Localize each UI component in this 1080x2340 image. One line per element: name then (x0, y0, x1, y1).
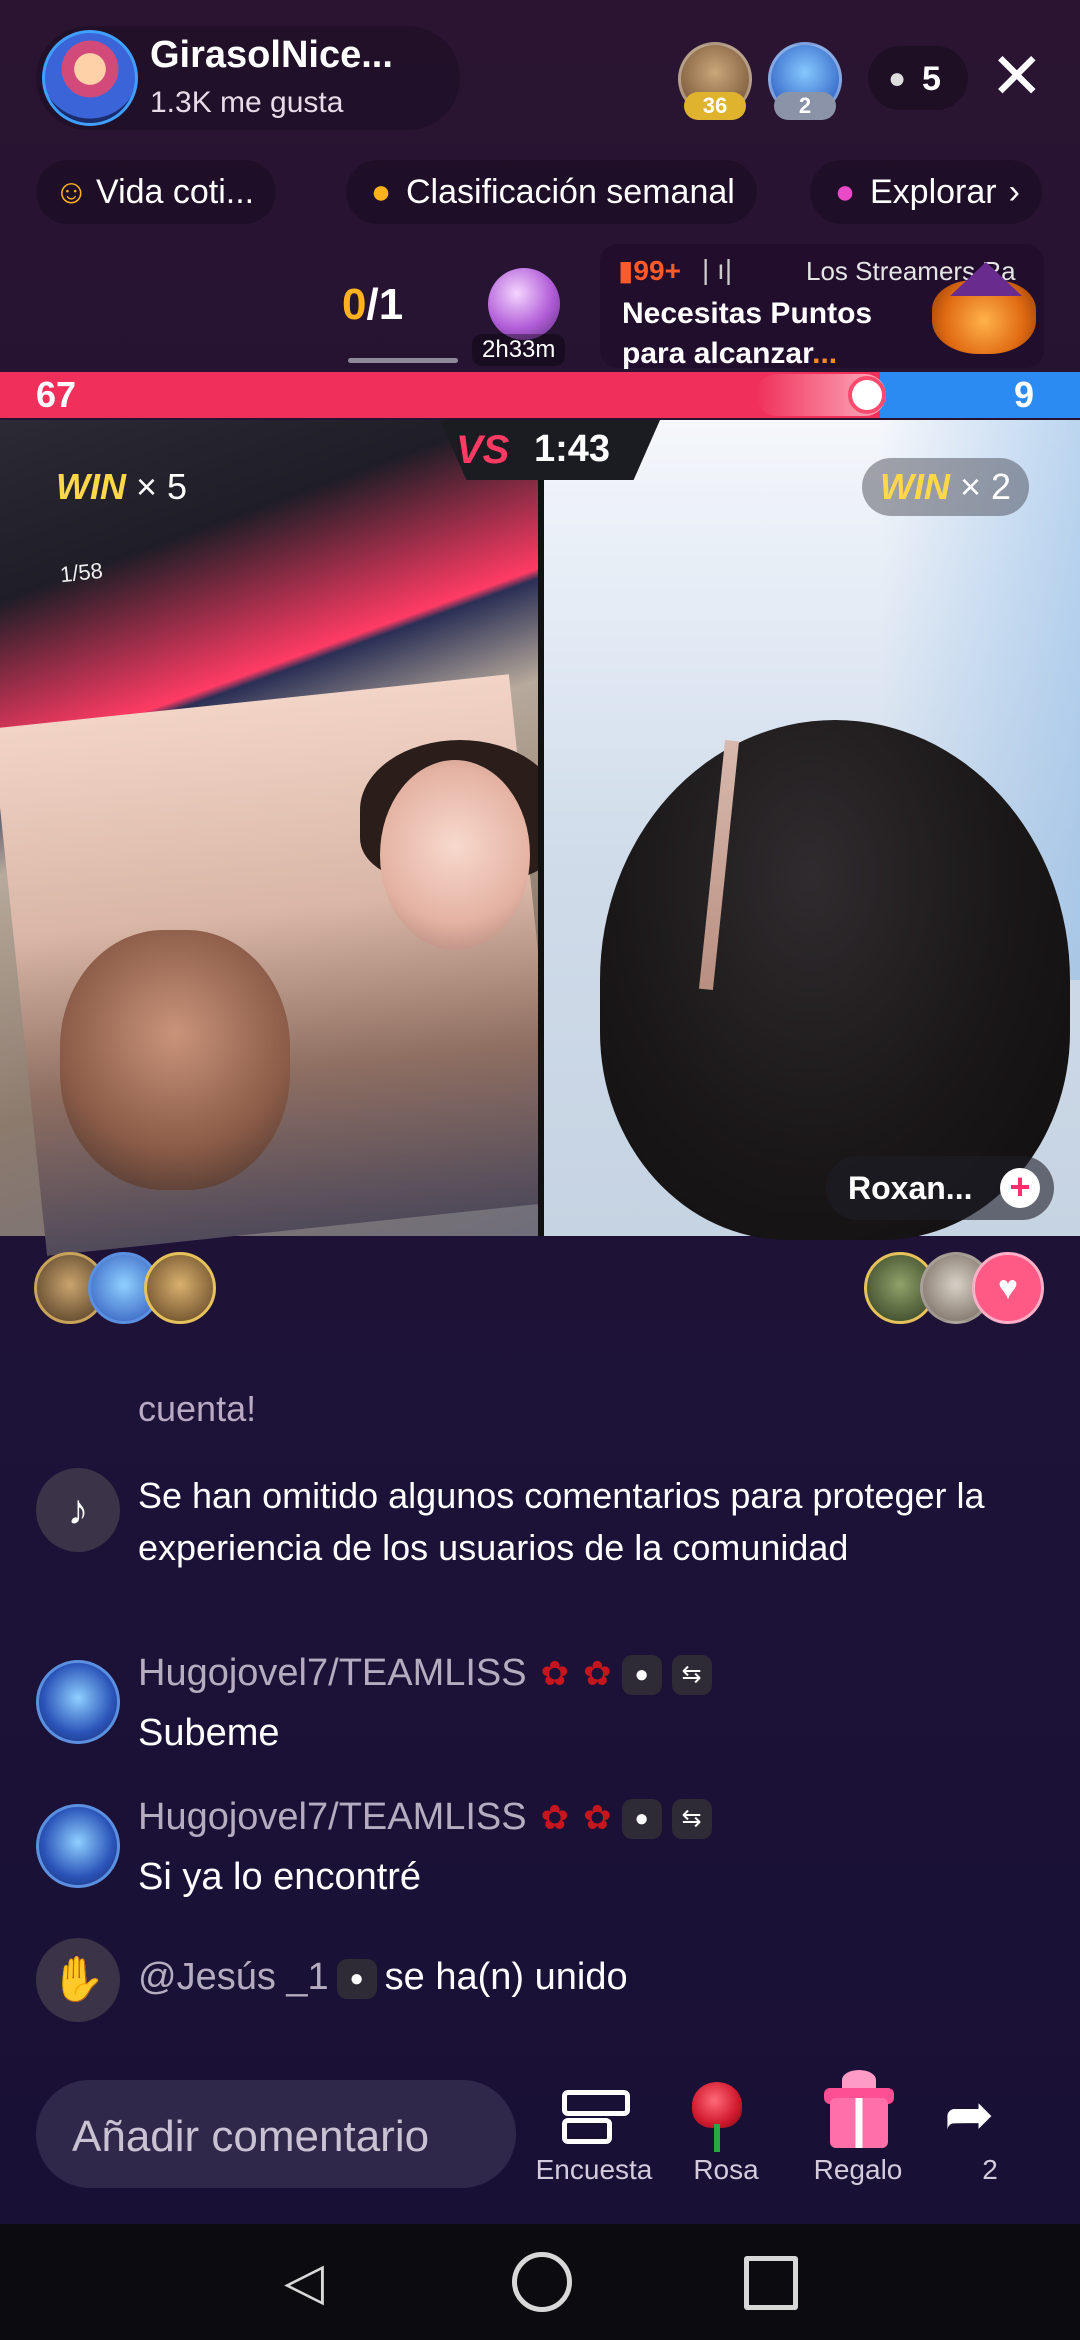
friend-badge-icon: ⇆ (671, 1798, 712, 1839)
chat-avatar[interactable] (36, 1804, 120, 1888)
chat-faded-line: cuenta! (138, 1388, 257, 1429)
home-icon[interactable] (512, 2252, 572, 2312)
rank-badge-value: 99+ (633, 255, 681, 286)
comment-placeholder: Añadir comentario (72, 2112, 430, 2161)
flame-icon: ● (370, 173, 392, 211)
rose-icon[interactable] (692, 2082, 742, 2128)
close-icon[interactable]: ✕ (990, 44, 1044, 108)
follow-plus-icon[interactable]: + (1000, 1168, 1040, 1208)
gift-timer: 2h33m (472, 334, 566, 366)
win-word: WIN (880, 466, 950, 507)
tag-label: Vida coti... (96, 173, 255, 211)
wave-hand-icon: ✋ (36, 1938, 120, 2022)
chevron-right-icon: › (1008, 173, 1020, 211)
battle-timer: 1:43 (534, 428, 611, 470)
share-icon[interactable]: ➦ (944, 2080, 994, 2150)
chat-message: Subeme (138, 1712, 280, 1754)
rose-icon: ✿ (583, 1655, 612, 1693)
inner-woman-face (380, 760, 530, 950)
rank-message: Necesitas Puntos para alcanzar... (622, 294, 922, 374)
rank-message-dots: ... (812, 337, 838, 370)
win-streak-left: WIN × 5 (38, 458, 205, 516)
chat-username-text: Hugojovel7/TEAMLISS (138, 1796, 527, 1838)
vs-icon: VS (456, 428, 510, 472)
recents-icon[interactable] (744, 2256, 798, 2310)
person-icon: ● (888, 62, 907, 95)
opponent-name: Roxan... (848, 1170, 973, 1206)
tag-weekly-ranking[interactable]: ● Clasificación semanal (346, 160, 757, 224)
rank-badge: ▮99+ (618, 254, 681, 287)
chat-username[interactable]: Hugojovel7/TEAMLISS ✿ ✿ ● ⇆ (138, 1796, 712, 1839)
chat-avatar[interactable] (36, 1660, 120, 1744)
tiktok-icon: ♪ (36, 1468, 120, 1552)
sofa-icon[interactable]: ♥ (972, 1252, 1044, 1324)
rose-icon: ✿ (540, 1655, 570, 1693)
goal-total: /1 (366, 280, 404, 329)
tag-label: Explorar (870, 173, 997, 211)
rose-icon: ✿ (583, 1799, 612, 1837)
rank-bars: | ı| (702, 254, 733, 285)
top-viewer-badge-2: 2 (774, 92, 836, 120)
friend-badge-icon: ⇆ (671, 1654, 712, 1695)
win-streak-right: WIN × 2 (862, 458, 1030, 516)
win-multiplier: × 2 (959, 466, 1012, 507)
witch-hat-icon (950, 262, 1022, 296)
goal-current: 0 (342, 280, 367, 329)
goal-progress-bar (348, 358, 458, 363)
gift-icon[interactable] (830, 2098, 888, 2148)
score-right: 9 (1014, 374, 1035, 415)
rose-stem (714, 2124, 720, 2152)
score-marker-icon (848, 376, 886, 414)
join-text: se ha(n) unido (384, 1956, 628, 1998)
back-icon[interactable]: ◁ (284, 2252, 324, 2312)
score-bar-right (880, 372, 1080, 418)
signal-icon: ▮ (618, 255, 634, 286)
viewer-count-pill[interactable] (868, 46, 968, 110)
join-message: @Jesús _1 ● se ha(n) unido (138, 1956, 628, 1999)
inner-overlay-text: 1/58 (58, 557, 104, 588)
follow-badge-icon: ● (621, 1798, 662, 1839)
poll-icon-lower (562, 2118, 612, 2144)
share-count: 2 (982, 2154, 998, 2185)
chat-message: Si ya lo encontré (138, 1856, 422, 1898)
host-likes: 1.3K me gusta (150, 86, 344, 119)
follow-badge-icon: ● (336, 1958, 377, 1999)
tag-label: Clasificación semanal (406, 173, 735, 211)
follow-badge-icon: ● (621, 1654, 662, 1695)
inner-man-image (60, 930, 290, 1190)
score-left: 67 (36, 374, 77, 415)
planet-icon: ● (834, 173, 856, 211)
gift-bow (842, 2070, 876, 2090)
score-bar-left (0, 372, 880, 418)
host-name: GirasolNice... (150, 34, 393, 76)
gift-label[interactable]: Regalo (788, 2154, 928, 2186)
system-message: Se han omitido algunos comentarios para … (138, 1475, 985, 1568)
rose-icon: ✿ (540, 1799, 570, 1837)
win-word: WIN (56, 466, 126, 507)
rose-label[interactable]: Rosa (656, 2154, 796, 2186)
join-username[interactable]: @Jesús _1 (138, 1956, 329, 1998)
goal-counter[interactable]: 0/1 (342, 280, 403, 330)
viewer-count: 5 (922, 60, 941, 98)
chat-username[interactable]: Hugojovel7/TEAMLISS ✿ ✿ ● ⇆ (138, 1652, 712, 1695)
tag-daily-life[interactable]: ☺ Vida coti... (36, 160, 277, 224)
gift-ball-icon[interactable] (488, 268, 560, 340)
poll-label[interactable]: Encuesta (524, 2154, 664, 2186)
win-multiplier: × 5 (135, 466, 188, 507)
top-viewer-badge-1: 36 (684, 92, 746, 120)
tag-explore[interactable]: ● Explorar › (810, 160, 1042, 224)
host-avatar[interactable] (42, 30, 138, 126)
chat-username-text: Hugojovel7/TEAMLISS (138, 1652, 527, 1694)
supporter-avatar-left-3[interactable] (144, 1252, 216, 1324)
poll-icon[interactable] (562, 2090, 630, 2116)
emoji-icon: ☺ (54, 173, 89, 211)
